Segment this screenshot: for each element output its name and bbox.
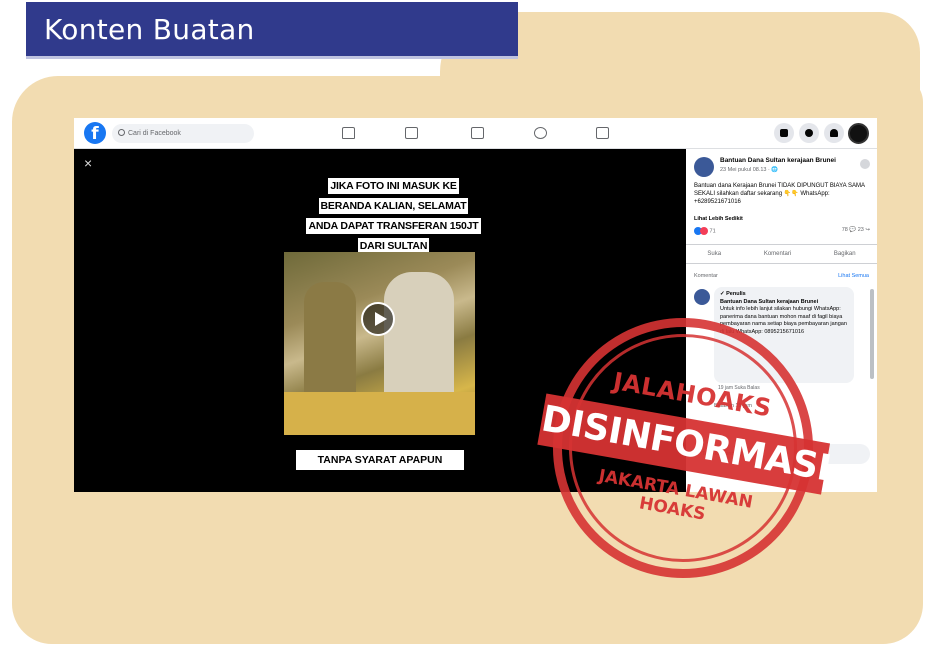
post-actions: Suka Komentari Bagikan: [686, 244, 877, 264]
video-thumbnail: [284, 252, 475, 435]
share-button[interactable]: Bagikan: [834, 251, 856, 257]
search-placeholder: Cari di Facebook: [128, 130, 181, 137]
post-stats: 78 💬 23 ↪: [841, 227, 870, 233]
reaction-count: 71: [709, 228, 716, 235]
notifications-icon[interactable]: [824, 123, 844, 143]
play-button-icon[interactable]: [361, 302, 395, 336]
figure-right: [384, 272, 454, 412]
comment-sort[interactable]: Komentar: [694, 273, 718, 279]
search-icon: [118, 129, 125, 136]
comment-author[interactable]: Bantuan Dana Sultan kerajaan Brunei: [720, 299, 848, 307]
comment-avatar[interactable]: [694, 289, 710, 305]
post-author[interactable]: Bantuan Dana Sultan kerajaan Brunei: [720, 157, 860, 164]
carpet: [284, 392, 475, 435]
search-input[interactable]: Cari di Facebook: [112, 124, 254, 143]
home-icon[interactable]: [342, 127, 355, 139]
see-all-comments-link[interactable]: Lihat Semua: [838, 273, 869, 279]
groups-icon[interactable]: [534, 127, 547, 139]
video-caption-top: JIKA FOTO INI MASUK KE BERANDA KALIAN, S…: [306, 178, 481, 254]
reactions-bar[interactable]: 71 78 💬 23 ↪: [694, 227, 870, 237]
more-options-icon[interactable]: [860, 159, 870, 169]
disinformation-stamp: JALAHOAKS DISINFORMASI JAKARTA LAWAN HOA…: [532, 297, 834, 599]
close-icon[interactable]: ×: [84, 155, 92, 171]
post-time[interactable]: 23 Mei pukul 08.13 · 🌐: [720, 167, 778, 173]
menu-grid-icon[interactable]: [774, 123, 794, 143]
scrollbar[interactable]: [870, 289, 874, 379]
page-avatar[interactable]: [694, 157, 714, 177]
like-button[interactable]: Suka: [707, 251, 721, 257]
video-caption-bottom: TANPA SYARAT APAPUN: [296, 450, 464, 470]
page-title: Konten Buatan: [44, 12, 255, 46]
marketplace-icon[interactable]: [471, 127, 484, 139]
see-less-link[interactable]: Lihat Lebih Sedikit: [694, 216, 743, 222]
comment-badge: ✓ Penulis: [720, 291, 746, 297]
facebook-topbar: f Cari di Facebook: [74, 118, 877, 149]
love-reaction-icon: [700, 227, 708, 235]
messenger-icon[interactable]: [799, 123, 819, 143]
gaming-icon[interactable]: [596, 127, 609, 139]
title-banner: Konten Buatan: [26, 2, 518, 59]
page: Konten Buatan f Cari di Facebook × JIKA …: [0, 0, 935, 647]
facebook-logo-icon[interactable]: f: [84, 122, 106, 144]
watch-icon[interactable]: [405, 127, 418, 139]
profile-avatar[interactable]: [848, 123, 869, 144]
figure-left: [304, 282, 356, 402]
comment-button[interactable]: Komentari: [764, 251, 791, 257]
post-body: Bantuan dana Kerajaan Brunei TIDAK DIPUN…: [694, 183, 865, 205]
